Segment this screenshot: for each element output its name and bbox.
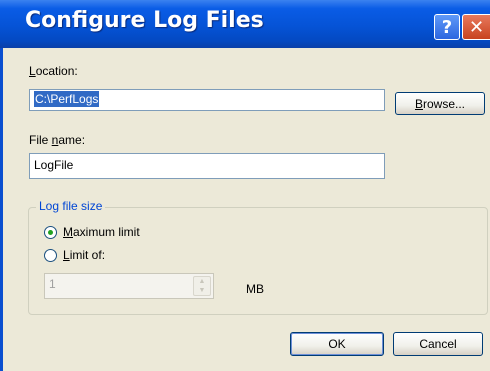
help-button[interactable]: ? (434, 14, 460, 40)
location-input[interactable]: C:\PerfLogs (29, 89, 385, 111)
help-icon: ? (441, 16, 453, 38)
limit-of-label[interactable]: Limit of: (63, 248, 105, 262)
browse-button[interactable]: Browse... (395, 92, 485, 115)
spinner-buttons[interactable]: ▲ ▼ (193, 276, 211, 296)
location-value: C:\PerfLogs (34, 91, 100, 107)
dialog-title: Configure Log Files (25, 8, 264, 33)
file-name-input[interactable]: LogFile (29, 153, 385, 179)
maximum-limit-radio[interactable] (44, 226, 57, 239)
ok-button[interactable]: OK (290, 332, 384, 356)
title-bar[interactable]: Configure Log Files ? ✕ (0, 0, 490, 48)
limit-of-radio[interactable] (44, 249, 57, 262)
file-name-label: File name: (29, 133, 86, 147)
close-icon: ✕ (468, 16, 485, 38)
maximum-limit-label[interactable]: Maximum limit (63, 225, 140, 239)
cancel-button[interactable]: Cancel (393, 332, 483, 356)
arrow-down-icon[interactable]: ▼ (199, 286, 206, 295)
limit-spinner[interactable]: 1 ▲ ▼ (44, 273, 214, 299)
close-button[interactable]: ✕ (462, 14, 490, 40)
radio-selected-dot (48, 230, 53, 235)
file-name-value: LogFile (34, 158, 74, 172)
mb-unit-label: MB (246, 282, 264, 296)
location-label: Location: (29, 64, 78, 78)
arrow-up-icon[interactable]: ▲ (199, 277, 206, 286)
limit-value: 1 (49, 277, 56, 291)
log-file-size-title: Log file size (36, 199, 106, 213)
